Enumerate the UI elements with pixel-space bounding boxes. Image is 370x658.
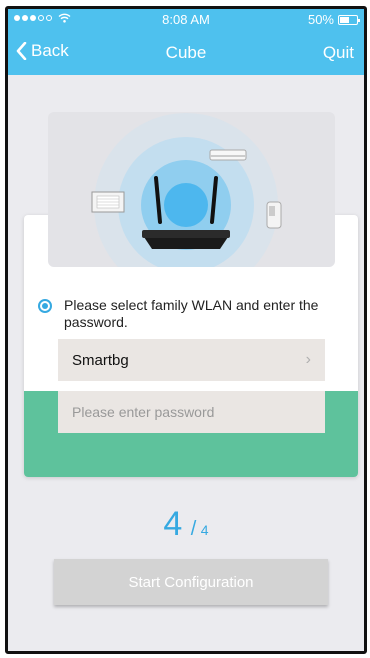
battery-status: 50% bbox=[307, 12, 360, 27]
status-bar: 8:08 AM 50% bbox=[8, 9, 364, 31]
step-separator: / bbox=[190, 518, 197, 540]
phone-frame: 8:08 AM 50% Back Cube Quit Please select… bbox=[5, 6, 367, 654]
router-illustration-graphic bbox=[91, 113, 282, 267]
split-ac-icon bbox=[209, 149, 247, 161]
portable-ac-icon bbox=[266, 201, 282, 229]
signal-ring-core bbox=[164, 183, 208, 227]
page-title: Cube bbox=[165, 43, 207, 62]
step-current: 4 bbox=[163, 505, 183, 543]
instruction-text: Please select family WLAN and enter the … bbox=[64, 297, 319, 330]
radio-selected-icon[interactable] bbox=[38, 299, 52, 313]
chevron-right-icon: › bbox=[305, 351, 311, 368]
window-ac-icon bbox=[91, 191, 125, 213]
step-total: 4 bbox=[200, 522, 209, 538]
nav-bar: Back Cube Quit bbox=[8, 31, 364, 75]
step-indicator: 4 / 4 bbox=[8, 505, 364, 544]
wlan-value: Smartbg bbox=[72, 351, 129, 369]
instruction-row: Please select family WLAN and enter the … bbox=[38, 297, 344, 331]
start-configuration-button[interactable]: Start Configuration bbox=[54, 559, 328, 605]
battery-icon bbox=[338, 14, 360, 25]
battery-percent: 50% bbox=[307, 12, 334, 27]
wlan-select[interactable]: Smartbg › bbox=[58, 339, 325, 381]
password-input[interactable] bbox=[58, 391, 325, 433]
router-illustration bbox=[48, 112, 335, 267]
quit-button[interactable]: Quit bbox=[323, 43, 354, 63]
